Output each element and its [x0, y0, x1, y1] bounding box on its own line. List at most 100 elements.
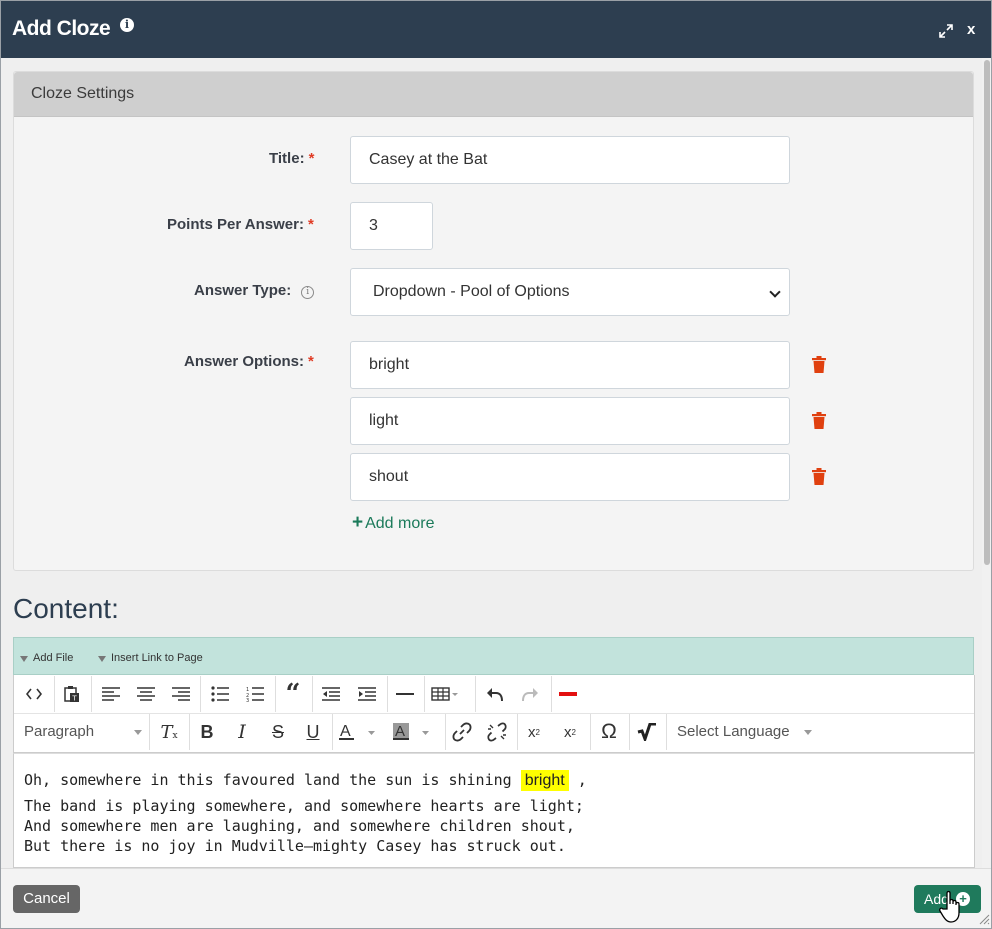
- settings-heading: Cloze Settings: [31, 85, 135, 102]
- answer-type-label-text: Answer Type:: [194, 282, 292, 299]
- cancel-button[interactable]: Cancel: [13, 885, 80, 913]
- content-heading: Content:: [13, 593, 119, 624]
- editor-plugin-bar: Add File Insert Link to Page: [13, 637, 974, 675]
- svg-text:3: 3: [246, 698, 249, 702]
- answer-option-input[interactable]: bright: [350, 341, 790, 389]
- text-color-icon[interactable]: A: [338, 719, 382, 745]
- bold-icon[interactable]: B: [194, 719, 220, 745]
- toolbar-separator: [666, 714, 667, 750]
- add-more-label: Add more: [365, 515, 435, 532]
- cloze-answer-highlight[interactable]: bright: [520, 770, 569, 791]
- toolbar-separator: [629, 714, 630, 750]
- title-label-text: Title:: [269, 150, 305, 167]
- clear-formatting-icon[interactable]: Tx: [156, 719, 182, 745]
- answer-type-info-icon[interactable]: i: [301, 286, 315, 299]
- superscript-icon[interactable]: x2: [521, 719, 547, 745]
- svg-text:T: T: [71, 695, 77, 703]
- math-equation-icon[interactable]: [634, 719, 660, 745]
- toolbar-separator: [91, 676, 92, 712]
- toolbar-row-divider: [14, 713, 974, 714]
- dialog-header: Add Cloze i x: [1, 1, 991, 58]
- strikethrough-icon[interactable]: S: [265, 719, 291, 745]
- align-center-icon[interactable]: [133, 681, 159, 707]
- redo-icon[interactable]: [517, 681, 543, 707]
- background-color-icon[interactable]: A: [392, 719, 436, 745]
- required-mark: *: [307, 216, 314, 233]
- answer-options-label-text: Answer Options:: [184, 353, 305, 370]
- format-select-value: Paragraph: [24, 723, 95, 740]
- caret-down-icon: [20, 656, 28, 662]
- align-right-icon[interactable]: [168, 681, 194, 707]
- dialog-title: Add Cloze: [12, 17, 111, 40]
- resize-handle-icon[interactable]: [976, 911, 990, 925]
- unlink-icon[interactable]: [484, 719, 510, 745]
- add-file-menu[interactable]: Add File: [20, 652, 73, 664]
- required-mark: *: [308, 150, 315, 167]
- toolbar-separator: [517, 714, 518, 750]
- outdent-icon[interactable]: [318, 681, 344, 707]
- caret-down-icon: [98, 656, 106, 662]
- language-select-value: Select Language: [677, 723, 790, 740]
- content-editor[interactable]: Oh, somewhere in this favoured land the …: [13, 753, 975, 868]
- toolbar-separator: [475, 676, 476, 712]
- toolbar-separator: [189, 714, 190, 750]
- toolbar-separator: [275, 676, 276, 712]
- settings-panel-header: Cloze Settings: [14, 72, 973, 117]
- editor-text: Oh, somewhere in this favoured land the …: [24, 771, 512, 789]
- close-button[interactable]: x: [967, 21, 975, 38]
- toolbar-separator: [424, 676, 425, 712]
- insert-link-label: Insert Link to Page: [111, 652, 203, 664]
- format-select[interactable]: Paragraph: [24, 723, 142, 743]
- trash-icon[interactable]: [812, 412, 826, 429]
- add-more-link[interactable]: + Add more: [352, 512, 434, 534]
- toolbar-separator: [332, 714, 333, 750]
- link-icon[interactable]: [449, 719, 475, 745]
- svg-text:A: A: [395, 723, 405, 740]
- answer-option-input[interactable]: shout: [350, 453, 790, 501]
- expand-icon[interactable]: [938, 23, 954, 39]
- answer-options-label: Answer Options: *: [184, 353, 314, 370]
- points-input[interactable]: 3: [350, 202, 433, 250]
- subscript-icon[interactable]: x2: [557, 719, 583, 745]
- red-line-icon[interactable]: [555, 681, 581, 707]
- numbered-list-icon[interactable]: 123: [242, 681, 268, 707]
- info-icon[interactable]: i: [120, 18, 134, 32]
- dialog-footer: Cancel Add +: [1, 868, 991, 928]
- insert-link-menu[interactable]: Insert Link to Page: [98, 652, 203, 664]
- horizontal-rule-icon[interactable]: [392, 681, 418, 707]
- toolbar-separator: [590, 714, 591, 750]
- answer-type-select[interactable]: Dropdown - Pool of Options: [350, 268, 790, 316]
- table-icon[interactable]: [431, 681, 467, 707]
- title-label: Title: *: [269, 150, 314, 167]
- italic-icon[interactable]: I: [229, 719, 255, 745]
- trash-icon[interactable]: [812, 468, 826, 485]
- toolbar-separator: [387, 676, 388, 712]
- editor-toolbar: T 123 “ Paragraph T x B I S U A A x 2 x …: [13, 675, 975, 753]
- editor-line: But there is no joy in Mudville—mighty C…: [24, 837, 566, 855]
- scrollbar-thumb[interactable]: [984, 60, 990, 565]
- undo-icon[interactable]: [482, 681, 508, 707]
- trash-icon[interactable]: [812, 356, 826, 373]
- paste-text-icon[interactable]: T: [59, 681, 85, 707]
- language-select[interactable]: Select Language: [677, 723, 812, 743]
- bullet-list-icon[interactable]: [207, 681, 233, 707]
- align-left-icon[interactable]: [98, 681, 124, 707]
- add-file-label: Add File: [33, 652, 74, 664]
- points-label-text: Points Per Answer:: [167, 216, 304, 233]
- add-cloze-dialog: Add Cloze i x Cloze Settings Title: * Cas…: [0, 0, 992, 929]
- editor-line: The band is playing somewhere, and somew…: [24, 797, 584, 815]
- underline-icon[interactable]: U: [300, 719, 326, 745]
- title-input[interactable]: Casey at the Bat: [350, 136, 790, 184]
- answer-option-input[interactable]: light: [350, 397, 790, 445]
- toolbar-separator: [54, 676, 55, 712]
- scrollbar[interactable]: [982, 58, 991, 868]
- caret-down-icon: [804, 730, 812, 735]
- points-label: Points Per Answer: *: [167, 216, 314, 233]
- special-character-icon[interactable]: Ω: [596, 719, 622, 745]
- toolbar-separator: [551, 676, 552, 712]
- blockquote-icon[interactable]: “: [280, 679, 306, 709]
- toolbar-separator: [200, 676, 201, 712]
- hand-cursor-icon: [939, 890, 960, 923]
- source-code-icon[interactable]: [21, 681, 47, 707]
- indent-icon[interactable]: [354, 681, 380, 707]
